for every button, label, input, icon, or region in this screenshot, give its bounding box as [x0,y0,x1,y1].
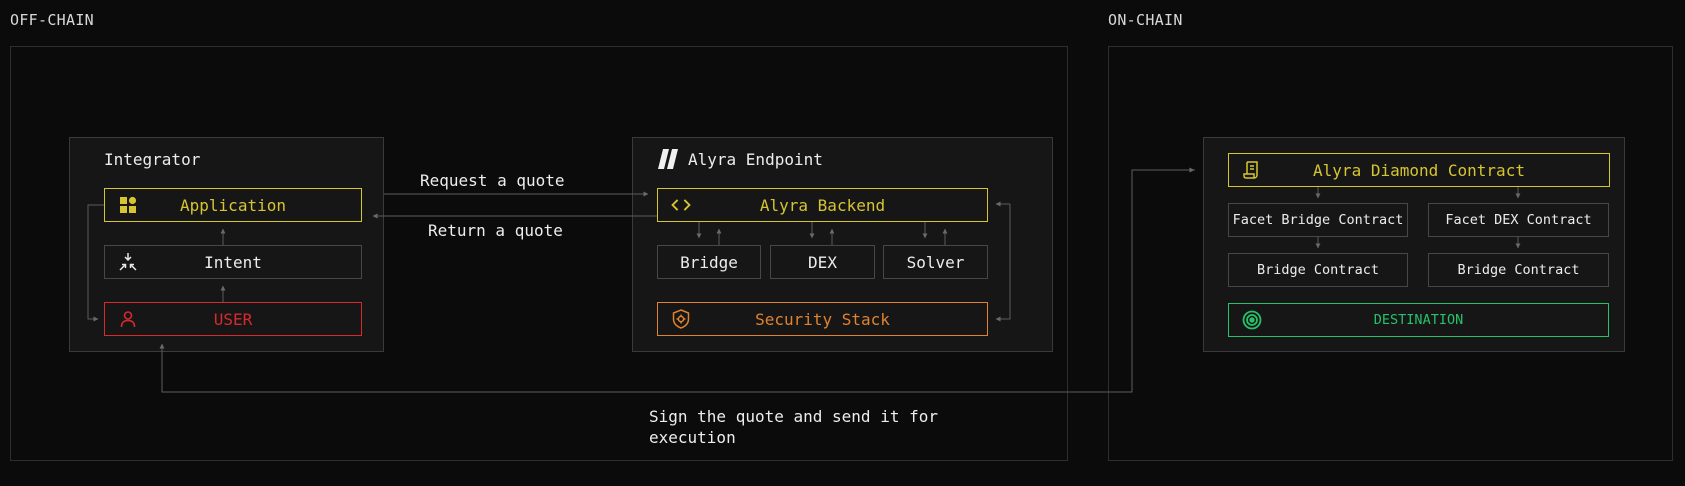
backend-to-security-arrow [995,204,1011,322]
connector-lines [87,167,1521,393]
sign-and-send-arrow [159,169,1195,393]
application-to-user-arrow [87,204,104,322]
